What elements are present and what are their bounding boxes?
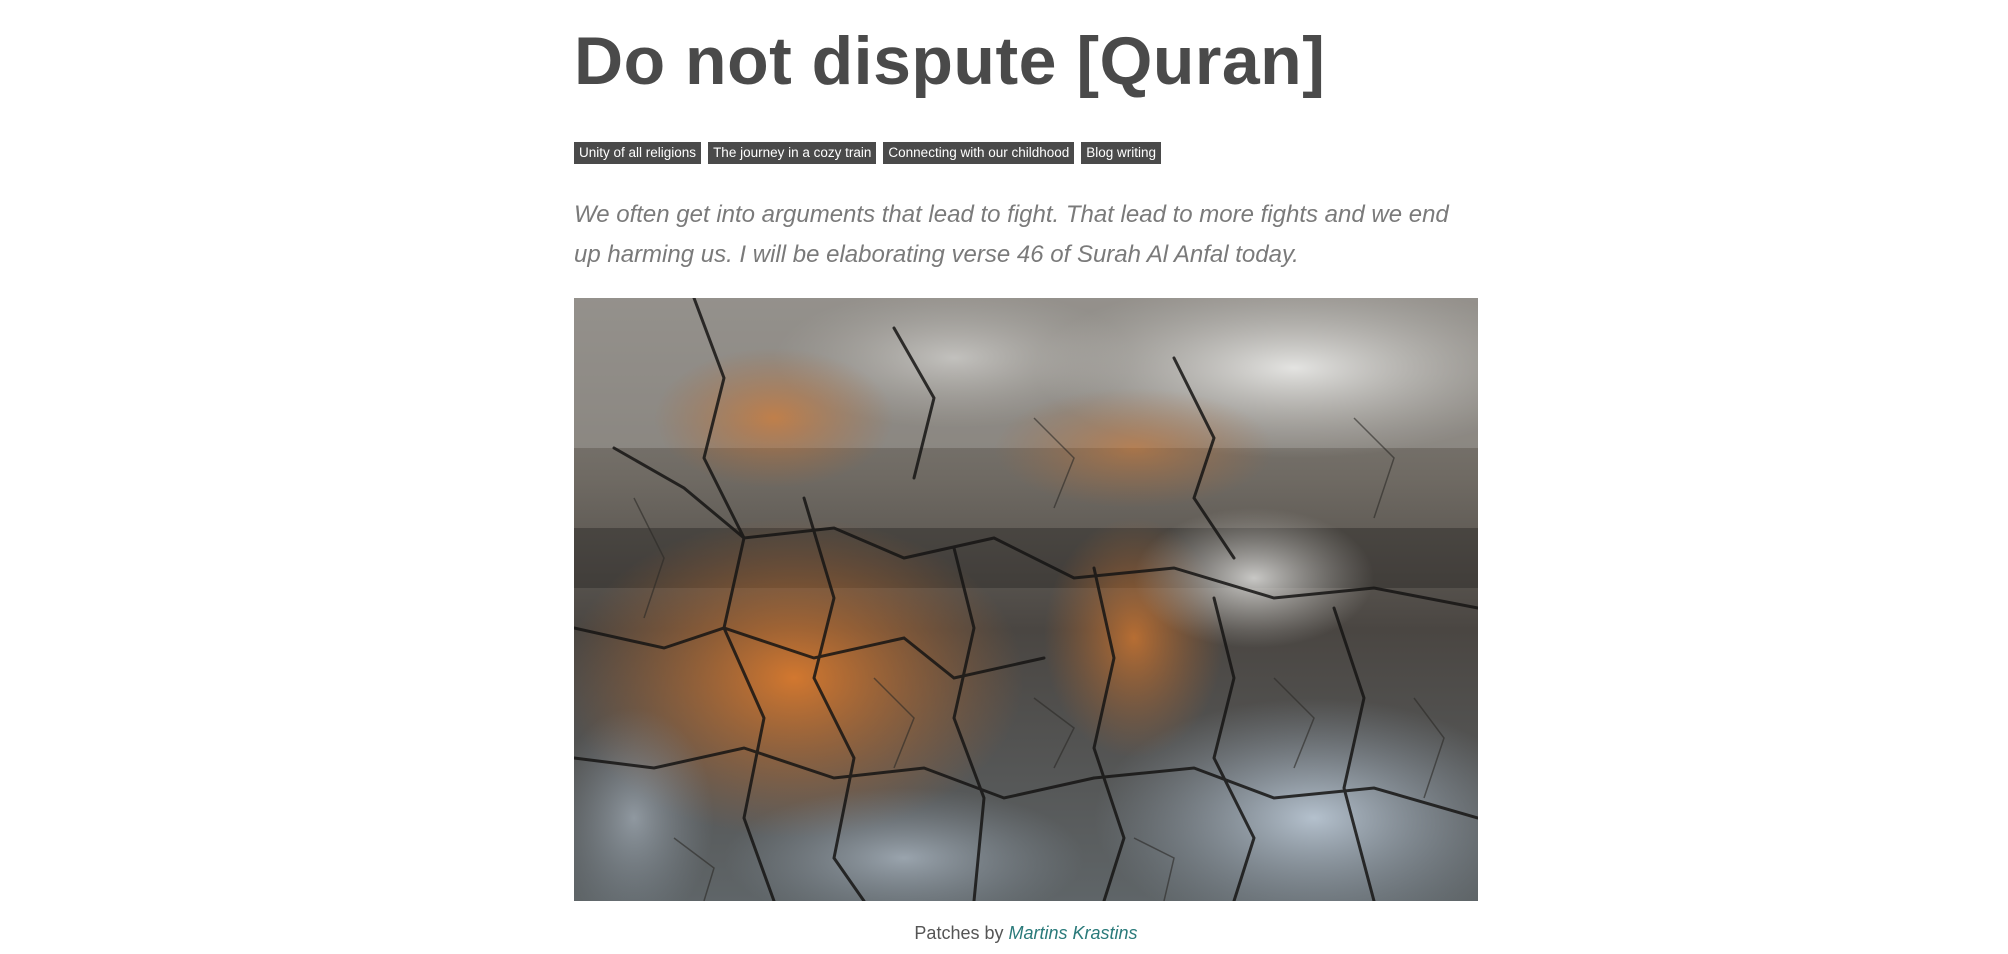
tag-blog-writing[interactable]: Blog writing — [1081, 142, 1162, 164]
tag-connecting-childhood[interactable]: Connecting with our childhood — [883, 142, 1075, 164]
article-lead: We often get into arguments that lead to… — [574, 201, 1449, 268]
hero-image — [574, 298, 1478, 901]
tag-journey-cozy-train[interactable]: The journey in a cozy train — [708, 142, 877, 164]
cracked-rock-photo — [574, 298, 1478, 901]
tag-unity-of-all-religions[interactable]: Unity of all religions — [574, 142, 702, 164]
image-caption: Patches by Martins Krastins — [574, 920, 1478, 946]
caption-author-link[interactable]: Martins Krastins — [1009, 923, 1138, 943]
page-title: Do not dispute [Quran] — [574, 23, 1326, 99]
caption-title: Patches — [914, 923, 980, 943]
tag-list: Unity of all religions The journey in a … — [574, 142, 1162, 164]
caption-by: by — [984, 923, 1004, 943]
